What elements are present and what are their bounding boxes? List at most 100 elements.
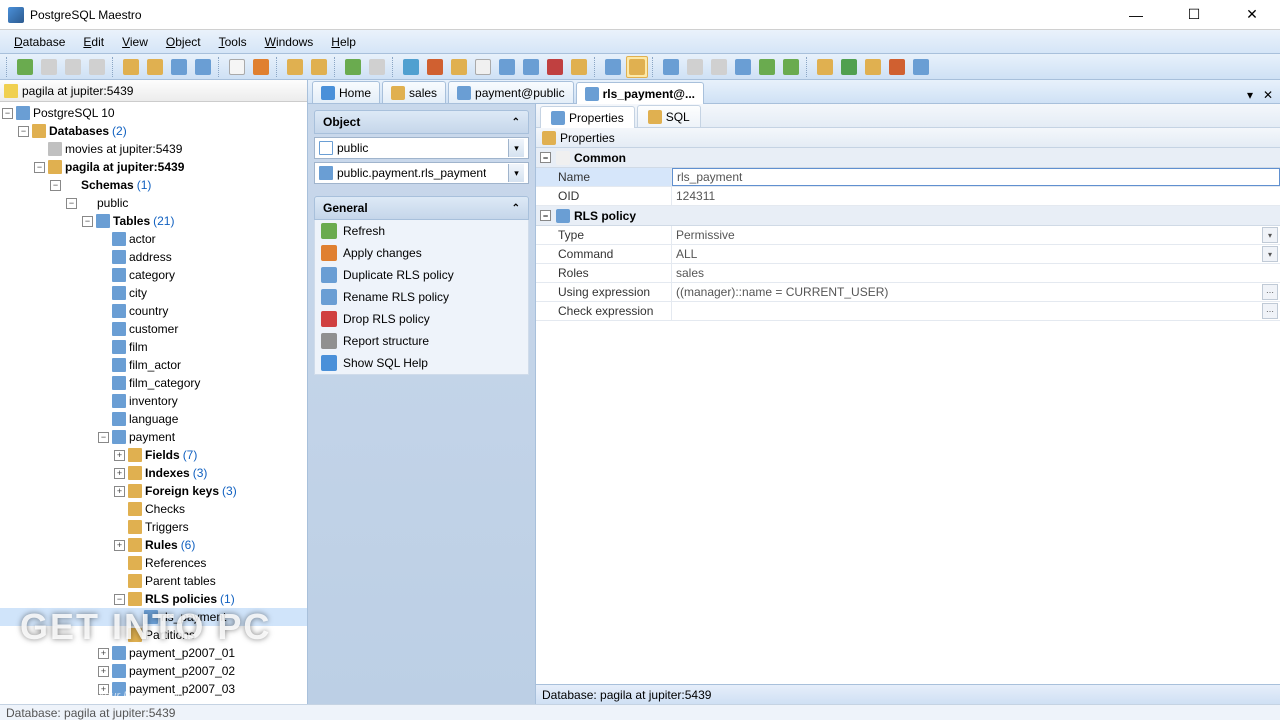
dropdown-button[interactable]: ▾ — [1262, 246, 1278, 262]
tree-item[interactable]: city — [0, 284, 307, 302]
tree-item[interactable]: −PostgreSQL 10 — [0, 104, 307, 122]
tb-commit[interactable] — [86, 56, 108, 78]
tree-item[interactable]: movies at jupiter:5439 — [0, 140, 307, 158]
expand-toggle[interactable]: + — [114, 450, 125, 461]
tree-item[interactable]: language — [0, 410, 307, 428]
property-row[interactable]: Rolessales — [536, 264, 1280, 283]
tree-item[interactable]: inventory — [0, 392, 307, 410]
action-item[interactable]: Report structure — [315, 330, 528, 352]
property-value[interactable]: rls_payment — [672, 168, 1280, 186]
tb-edit[interactable] — [250, 56, 272, 78]
tree-item[interactable]: −pagila at jupiter:5439 — [0, 158, 307, 176]
expand-toggle[interactable]: − — [98, 432, 109, 443]
general-section-header[interactable]: General ⌃ — [314, 196, 529, 220]
tb-grid[interactable] — [168, 56, 190, 78]
document-tab[interactable]: payment@public — [448, 81, 574, 103]
tb-home[interactable] — [814, 56, 836, 78]
property-row[interactable]: CommandALL▾ — [536, 245, 1280, 264]
action-item[interactable]: Duplicate RLS policy — [315, 264, 528, 286]
menu-edit[interactable]: Edit — [75, 33, 112, 51]
action-item[interactable]: Drop RLS policy — [315, 308, 528, 330]
tree-item[interactable]: film — [0, 338, 307, 356]
property-row[interactable]: TypePermissive▾ — [536, 226, 1280, 245]
expand-toggle[interactable]: + — [114, 468, 125, 479]
expand-toggle[interactable]: + — [98, 666, 109, 677]
menu-object[interactable]: Object — [158, 33, 209, 51]
action-item[interactable]: Refresh — [315, 220, 528, 242]
object-tree[interactable]: −PostgreSQL 10−Databases(2)movies at jup… — [0, 102, 307, 704]
property-row[interactable]: Namerls_payment — [536, 168, 1280, 187]
tb-prefs[interactable] — [910, 56, 932, 78]
menu-database[interactable]: Database — [6, 33, 73, 51]
tree-item[interactable]: References — [0, 554, 307, 572]
tb-compare[interactable] — [496, 56, 518, 78]
tree-item[interactable]: +payment_p2007_01 — [0, 644, 307, 662]
menu-windows[interactable]: Windows — [257, 33, 322, 51]
ellipsis-button[interactable]: ⋯ — [1262, 284, 1278, 300]
expand-toggle[interactable]: − — [82, 216, 93, 227]
minimize-button[interactable]: — — [1116, 4, 1156, 26]
close-button[interactable]: ✕ — [1232, 4, 1272, 26]
property-value[interactable]: sales — [672, 264, 1280, 282]
tree-item[interactable]: film_actor — [0, 356, 307, 374]
expand-toggle[interactable]: − — [18, 126, 29, 137]
tab-close-button[interactable]: ✕ — [1260, 87, 1276, 103]
property-row[interactable]: OID124311 — [536, 187, 1280, 206]
tb-windows[interactable] — [732, 56, 754, 78]
tb-back[interactable] — [756, 56, 778, 78]
tree-item[interactable]: Partitions — [0, 626, 307, 644]
object-section-header[interactable]: Object ⌃ — [314, 110, 529, 134]
ellipsis-button[interactable]: ⋯ — [1262, 303, 1278, 319]
tree-item[interactable]: actor — [0, 230, 307, 248]
tb-script[interactable] — [284, 56, 306, 78]
tree-item[interactable]: Triggers — [0, 518, 307, 536]
tb-new[interactable] — [226, 56, 248, 78]
maximize-button[interactable]: ☐ — [1174, 4, 1214, 26]
tb-save[interactable] — [144, 56, 166, 78]
tree-item[interactable]: +payment_p2007_02 — [0, 662, 307, 680]
document-tab[interactable]: Home — [312, 81, 380, 103]
action-item[interactable]: Rename RLS policy — [315, 286, 528, 308]
property-value[interactable]: ALL▾ — [672, 245, 1280, 263]
tb-cascade[interactable] — [684, 56, 706, 78]
tree-item[interactable]: Checks — [0, 500, 307, 518]
tree-item[interactable]: Parent tables — [0, 572, 307, 590]
expand-toggle[interactable]: + — [98, 684, 109, 695]
tree-item[interactable]: −Databases(2) — [0, 122, 307, 140]
tb-run[interactable] — [342, 56, 364, 78]
object-path-combo[interactable]: public.payment.rls_payment ▾ — [314, 162, 529, 184]
property-group[interactable]: −RLS policy — [536, 206, 1280, 226]
menu-help[interactable]: Help — [323, 33, 364, 51]
menu-view[interactable]: View — [114, 33, 156, 51]
sub-tab[interactable]: Properties — [540, 106, 635, 128]
action-item[interactable]: Show SQL Help — [315, 352, 528, 374]
tree-item[interactable]: −RLS policies(1) — [0, 590, 307, 608]
property-grid[interactable]: −CommonNamerls_paymentOID124311−RLS poli… — [536, 148, 1280, 684]
tb-mail[interactable] — [862, 56, 884, 78]
tb-highlight[interactable] — [626, 56, 648, 78]
tb-image[interactable] — [400, 56, 422, 78]
menu-tools[interactable]: Tools — [211, 33, 255, 51]
tree-item[interactable]: +Indexes(3) — [0, 464, 307, 482]
tb-report[interactable] — [472, 56, 494, 78]
expand-toggle[interactable]: + — [114, 540, 125, 551]
document-tab[interactable]: sales — [382, 81, 446, 103]
tree-item[interactable]: film_category — [0, 374, 307, 392]
tb-connect[interactable] — [14, 56, 36, 78]
property-value[interactable]: Permissive▾ — [672, 226, 1280, 244]
property-value[interactable]: ⋯ — [672, 302, 1280, 320]
action-item[interactable]: Apply changes — [315, 242, 528, 264]
tb-chart[interactable] — [424, 56, 446, 78]
schema-combo[interactable]: public ▾ — [314, 137, 529, 159]
property-row[interactable]: Check expression⋯ — [536, 302, 1280, 321]
sub-tab[interactable]: SQL — [637, 105, 701, 127]
tree-item[interactable]: −public — [0, 194, 307, 212]
property-row[interactable]: Using expression((manager)::name = CURRE… — [536, 283, 1280, 302]
tb-print[interactable] — [886, 56, 908, 78]
tb-stop[interactable] — [366, 56, 388, 78]
tb-export[interactable] — [308, 56, 330, 78]
tree-item[interactable]: +Rules(6) — [0, 536, 307, 554]
tree-item[interactable]: address — [0, 248, 307, 266]
tree-item[interactable]: +payment_p2007_03 — [0, 680, 307, 698]
tb-web[interactable] — [838, 56, 860, 78]
